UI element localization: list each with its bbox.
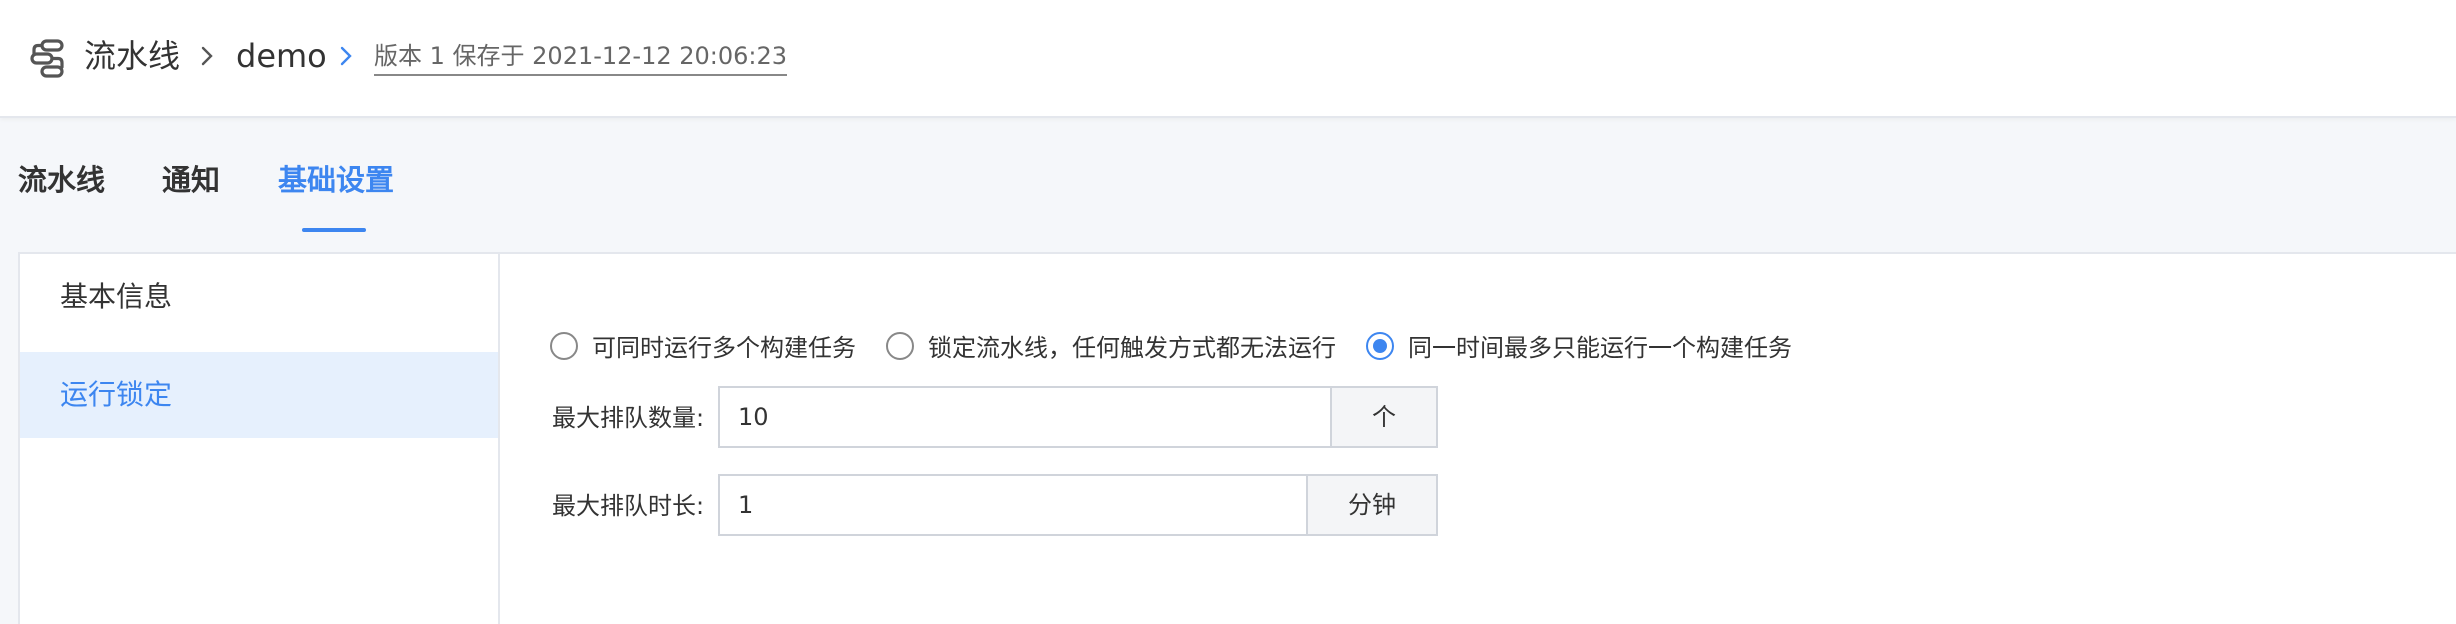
max-queue-count-input[interactable] [718, 386, 1332, 448]
sidebar-item-basic-info[interactable]: 基本信息 [20, 254, 498, 340]
radio-concurrent-label[interactable]: 可同时运行多个构建任务 [592, 330, 856, 366]
radio-single-run[interactable] [1366, 332, 1394, 360]
radio-concurrent[interactable] [550, 332, 578, 360]
chevron-right-icon [340, 46, 352, 66]
breadcrumb-pipeline[interactable]: 流水线 [84, 36, 180, 76]
max-queue-time-input[interactable] [718, 474, 1308, 536]
breadcrumb-demo[interactable]: demo [236, 36, 327, 76]
tab-pipeline[interactable]: 流水线 [18, 160, 105, 200]
top-header: 流水线 demo 版本 1 保存于 2021-12-12 20:06:23 [0, 0, 2456, 118]
pipeline-logo-icon[interactable] [28, 38, 68, 78]
max-queue-time-unit: 分钟 [1308, 474, 1438, 536]
sidebar-item-run-lock[interactable]: 运行锁定 [20, 352, 498, 438]
max-queue-count-label: 最大排队数量: [552, 404, 705, 432]
radio-single-run-label[interactable]: 同一时间最多只能运行一个构建任务 [1408, 330, 1792, 366]
version-info[interactable]: 版本 1 保存于 2021-12-12 20:06:23 [374, 40, 788, 76]
max-queue-count-unit: 个 [1332, 386, 1438, 448]
radio-locked-label[interactable]: 锁定流水线，任何触发方式都无法运行 [928, 330, 1336, 366]
chevron-right-icon [201, 46, 213, 66]
settings-sidebar: 基本信息 运行锁定 [20, 254, 500, 624]
tab-notification[interactable]: 通知 [162, 160, 220, 200]
active-tab-indicator [302, 228, 366, 232]
radio-locked[interactable] [886, 332, 914, 360]
tab-basic-settings[interactable]: 基础设置 [278, 160, 394, 200]
max-queue-time-label: 最大排队时长: [552, 492, 705, 520]
